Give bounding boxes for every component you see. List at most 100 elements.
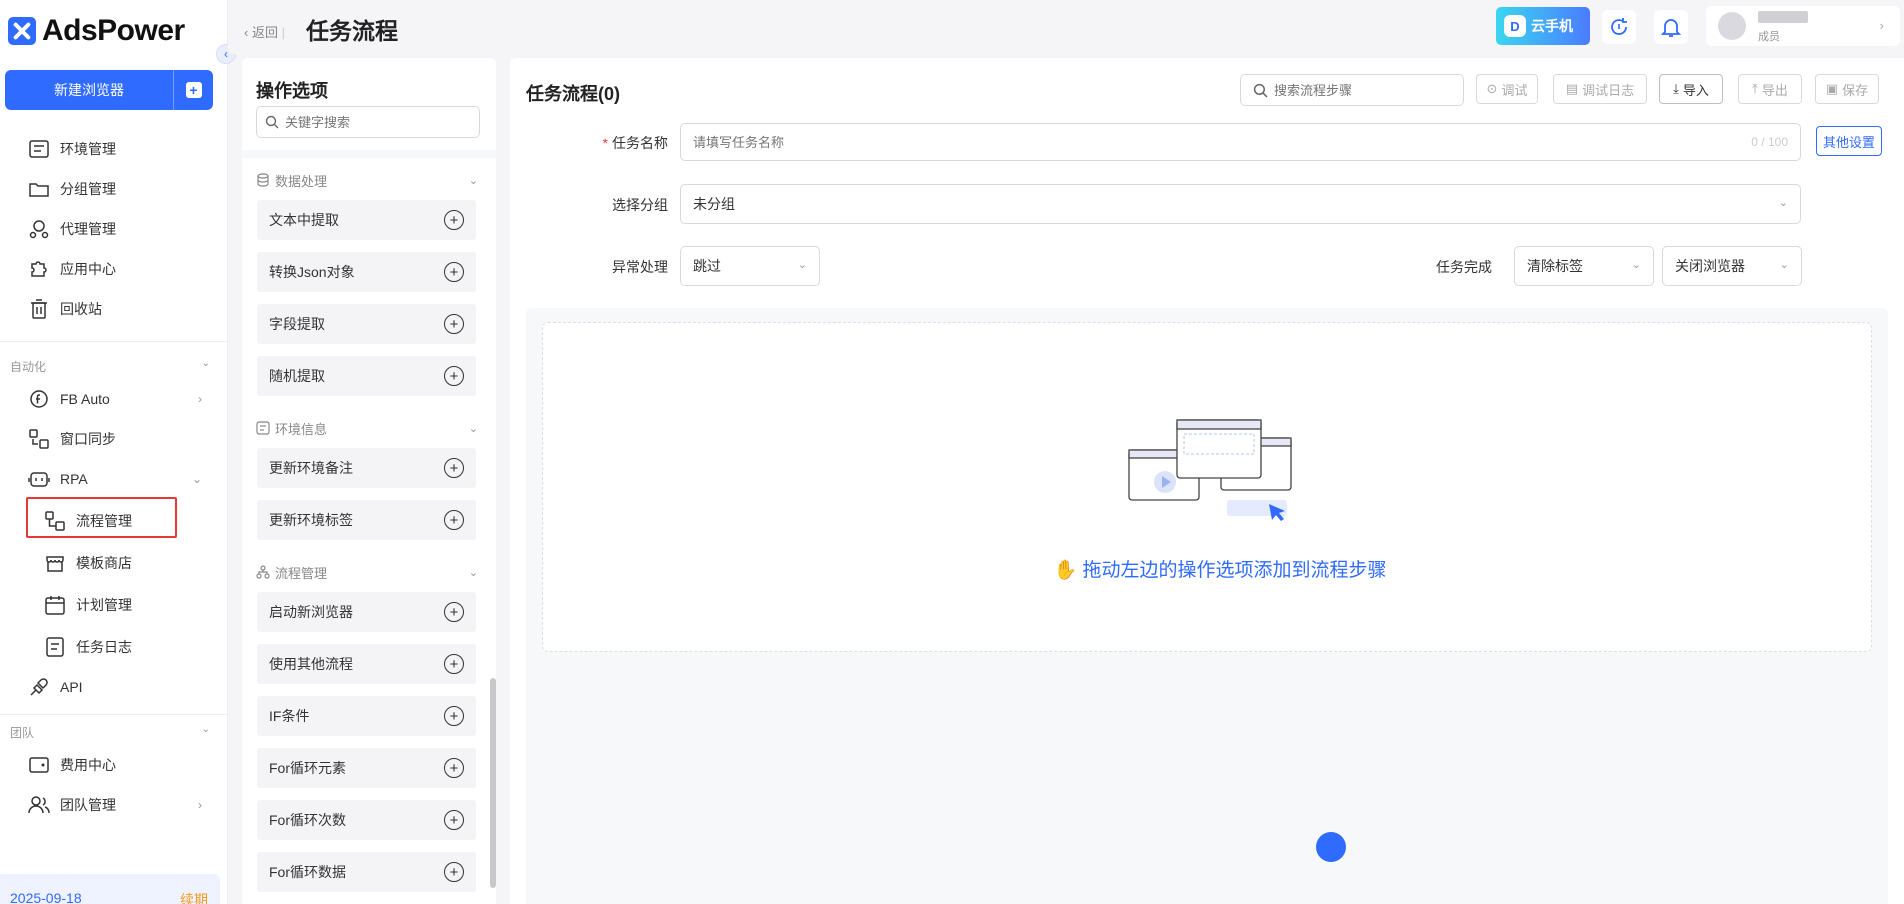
section-automation-label: 自动化	[10, 360, 47, 374]
sidebar-item-proxy[interactable]: 代理管理	[0, 212, 228, 246]
option-item[interactable]: 随机提取 +	[257, 356, 476, 396]
sidebar-item-team[interactable]: 团队管理 ›	[0, 788, 228, 822]
option-label: 更新环境备注	[269, 460, 353, 476]
option-item[interactable]: For循环数据 +	[257, 852, 476, 892]
sidebar-item-env[interactable]: 环境管理	[0, 132, 228, 166]
page-title: 任务流程	[306, 18, 398, 44]
sidebar-item-api[interactable]: API	[0, 670, 228, 704]
task-name-field[interactable]: 0 / 100	[680, 123, 1801, 161]
flow-canvas: ✋ 拖动左边的操作选项添加到流程步骤	[526, 308, 1888, 904]
sidebar-item-label: FB Auto	[60, 391, 110, 407]
category-flow-management[interactable]: 流程管理 ⌄	[256, 562, 478, 582]
category-env-info[interactable]: 环境信息 ⌄	[256, 418, 478, 438]
fb-icon	[28, 388, 50, 410]
option-label: For循环数据	[269, 864, 346, 880]
option-item[interactable]: For循环次数 +	[257, 800, 476, 840]
sidebar-item-schedule[interactable]: 计划管理	[0, 588, 228, 622]
section-automation[interactable]: 自动化 ⌄	[10, 358, 210, 375]
section-team[interactable]: 团队 ⌄	[10, 724, 210, 741]
renew-link[interactable]: 续期	[180, 890, 208, 904]
add-circle-icon[interactable]: +	[444, 654, 464, 674]
sidebar-item-billing[interactable]: 费用中心	[0, 748, 228, 782]
sidebar-item-apps[interactable]: 应用中心	[0, 252, 228, 286]
page-header: ‹ 返回 | 任务流程 D 云手机 成员 ›	[228, 0, 1904, 54]
sidebar-item-label: 模板商店	[76, 555, 132, 571]
option-item[interactable]: 文本中提取 +	[257, 200, 476, 240]
option-item[interactable]: For循环元素 +	[257, 748, 476, 788]
option-item[interactable]: 启动新浏览器 +	[257, 592, 476, 632]
back-link[interactable]: ‹ 返回 |	[244, 22, 285, 41]
sidebar-item-rpa[interactable]: RPA ⌄	[0, 462, 228, 496]
debug-button[interactable]: ⊙ 调试	[1476, 74, 1538, 104]
sidebar-item-label: 团队管理	[60, 797, 116, 813]
flow-step-search[interactable]	[1240, 74, 1464, 106]
import-button[interactable]: ⤓ 导入	[1659, 74, 1723, 104]
add-circle-icon[interactable]: +	[444, 706, 464, 726]
trash-icon	[28, 298, 50, 320]
add-circle-icon[interactable]: +	[444, 862, 464, 882]
options-search[interactable]	[256, 106, 480, 138]
sidebar-item-fb-auto[interactable]: FB Auto ›	[0, 382, 228, 416]
puzzle-icon	[28, 258, 50, 280]
log-icon	[44, 636, 66, 658]
add-circle-icon[interactable]: +	[444, 366, 464, 386]
sidebar-item-template-store[interactable]: 模板商店	[0, 546, 228, 580]
export-button[interactable]: ⤒ 导出	[1738, 74, 1802, 104]
cloud-phone-button[interactable]: D 云手机	[1496, 7, 1590, 45]
option-item[interactable]: 转换Json对象 +	[257, 252, 476, 292]
other-settings-button[interactable]: 其他设置	[1816, 126, 1882, 156]
completion-tag-select[interactable]: 清除标签 ⌄	[1514, 246, 1654, 286]
chevron-down-icon: ⌄	[201, 358, 210, 369]
help-button[interactable]	[1316, 832, 1346, 862]
sidebar-divider	[0, 341, 228, 342]
database-icon	[257, 173, 269, 187]
flow-drop-zone[interactable]: ✋ 拖动左边的操作选项添加到流程步骤	[542, 322, 1872, 652]
chevron-down-icon: ⌄	[797, 259, 807, 271]
save-button[interactable]: ▣ 保存	[1815, 74, 1879, 104]
option-item[interactable]: IF条件 +	[257, 696, 476, 736]
add-circle-icon[interactable]: +	[444, 758, 464, 778]
sidebar-item-trash[interactable]: 回收站	[0, 292, 228, 326]
group-select[interactable]: 未分组 ⌄	[680, 184, 1801, 224]
empty-hint-text: 拖动左边的操作选项添加到流程步骤	[1082, 560, 1387, 581]
add-circle-icon[interactable]: +	[444, 210, 464, 230]
group-label: 选择分组	[612, 197, 668, 213]
option-label: 使用其他流程	[269, 656, 353, 672]
add-circle-icon[interactable]: +	[444, 510, 464, 530]
options-scrollbar[interactable]	[490, 678, 496, 888]
sidebar-item-window-sync[interactable]: 窗口同步	[0, 422, 228, 456]
add-circle-icon[interactable]: +	[444, 810, 464, 830]
sidebar-item-label: 计划管理	[76, 597, 132, 613]
export-label: 导出	[1761, 82, 1788, 98]
option-item[interactable]: 使用其他流程 +	[257, 644, 476, 684]
chevron-down-icon: ⌄	[468, 422, 478, 435]
add-circle-icon[interactable]: +	[444, 262, 464, 282]
options-search-input[interactable]	[285, 114, 465, 130]
add-circle-icon[interactable]: +	[444, 602, 464, 622]
flow-step-search-input[interactable]	[1274, 82, 1454, 98]
new-browser-dropdown-button[interactable]: +	[173, 70, 213, 110]
add-circle-icon[interactable]: +	[444, 314, 464, 334]
category-data-processing[interactable]: 数据处理 ⌄	[256, 170, 478, 190]
user-name-redacted	[1758, 11, 1808, 23]
option-item[interactable]: 更新环境备注 +	[257, 448, 476, 488]
user-menu[interactable]: 成员 ›	[1706, 6, 1900, 46]
option-label: 文本中提取	[269, 212, 339, 228]
new-browser-label: 新建浏览器	[54, 82, 124, 98]
notifications-button[interactable]	[1654, 10, 1688, 44]
add-circle-icon[interactable]: +	[444, 458, 464, 478]
sidebar-item-group[interactable]: 分组管理	[0, 172, 228, 206]
proxy-icon	[28, 218, 50, 240]
debug-log-button[interactable]: ▤ 调试日志	[1553, 74, 1647, 104]
option-item[interactable]: 字段提取 +	[257, 304, 476, 344]
brand-logo[interactable]: AdsPower	[8, 14, 185, 48]
new-browser-button[interactable]: 新建浏览器 +	[5, 70, 213, 110]
drag-hand-icon: ✋	[1053, 560, 1078, 581]
sync-status-button[interactable]	[1602, 10, 1636, 44]
task-name-input[interactable]	[693, 134, 1752, 150]
sidebar-item-task-log[interactable]: 任务日志	[0, 630, 228, 664]
completion-browser-select[interactable]: 关闭浏览器 ⌄	[1662, 246, 1802, 286]
exception-select[interactable]: 跳过 ⌄	[680, 246, 820, 286]
chevron-down-icon: ⌄	[1631, 259, 1641, 271]
option-item[interactable]: 更新环境标签 +	[257, 500, 476, 540]
